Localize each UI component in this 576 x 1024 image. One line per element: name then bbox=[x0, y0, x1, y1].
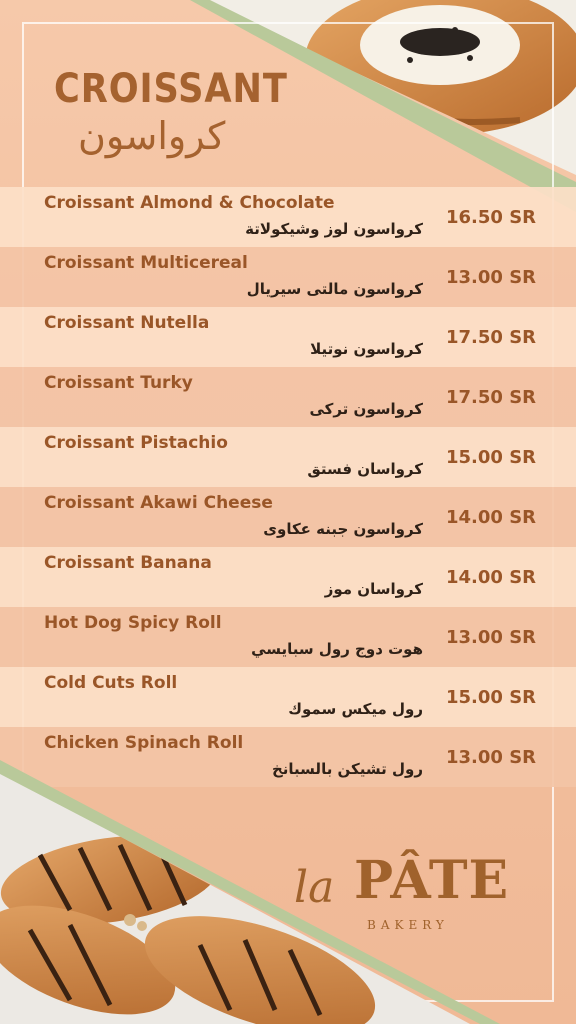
brand-logo: la PÂTE BAKERY bbox=[292, 842, 532, 942]
item-name-ar: رول ميكس سموك bbox=[288, 700, 423, 718]
menu-list: Croissant Almond & Chocolate كرواسون لوز… bbox=[0, 187, 576, 787]
item-name-en: Croissant Turky bbox=[44, 373, 193, 393]
item-price: 17.50 SR bbox=[446, 387, 537, 408]
item-price: 16.50 SR bbox=[446, 207, 537, 228]
item-name-ar: هوت دوج رول سبايسي bbox=[251, 640, 423, 658]
item-name-ar: كرواسان موز bbox=[324, 580, 423, 598]
logo-la: la bbox=[294, 862, 335, 913]
menu-item: Croissant Almond & Chocolate كرواسون لوز… bbox=[0, 187, 576, 247]
item-price: 13.00 SR bbox=[446, 267, 537, 288]
logo-pate: PÂTE bbox=[354, 850, 510, 911]
item-name-en: Chicken Spinach Roll bbox=[44, 733, 244, 753]
menu-item: Croissant Pistachio كرواسان فستق 15.00 S… bbox=[0, 427, 576, 487]
menu-item: Croissant Turky كرواسون تركى 17.50 SR bbox=[0, 367, 576, 427]
menu-item: Croissant Multicereal كرواسون مالتى سيري… bbox=[0, 247, 576, 307]
item-name-en: Cold Cuts Roll bbox=[44, 673, 178, 693]
item-name-en: Croissant Akawi Cheese bbox=[44, 493, 273, 513]
item-price: 14.00 SR bbox=[446, 567, 537, 588]
menu-item: Croissant Banana كرواسان موز 14.00 SR bbox=[0, 547, 576, 607]
item-price: 13.00 SR bbox=[446, 627, 537, 648]
item-name-en: Croissant Nutella bbox=[44, 313, 210, 333]
item-name-ar: كرواسون مالتى سيريال bbox=[246, 280, 423, 298]
item-name-ar: كرواسون تركى bbox=[309, 400, 423, 418]
item-name-en: Croissant Pistachio bbox=[44, 433, 228, 453]
item-name-ar: كرواسون جبنه عكاوى bbox=[263, 520, 423, 538]
menu-item: Croissant Akawi Cheese كرواسون جبنه عكاو… bbox=[0, 487, 576, 547]
item-name-en: Croissant Multicereal bbox=[44, 253, 248, 273]
item-name-en: Hot Dog Spicy Roll bbox=[44, 613, 222, 633]
menu-item: Croissant Nutella كرواسون نوتيلا 17.50 S… bbox=[0, 307, 576, 367]
page-title: CROISSANT bbox=[54, 66, 288, 112]
menu-item: Hot Dog Spicy Roll هوت دوج رول سبايسي 13… bbox=[0, 607, 576, 667]
item-name-ar: كرواسان فستق bbox=[307, 460, 423, 478]
item-price: 17.50 SR bbox=[446, 327, 537, 348]
item-name-ar: كرواسون نوتيلا bbox=[310, 340, 423, 358]
item-price: 15.00 SR bbox=[446, 687, 537, 708]
item-name-en: Croissant Banana bbox=[44, 553, 212, 573]
item-name-en: Croissant Almond & Chocolate bbox=[44, 193, 335, 213]
page-title-arabic: كرواسون bbox=[78, 114, 226, 158]
item-price: 14.00 SR bbox=[446, 507, 537, 528]
menu-item: Cold Cuts Roll رول ميكس سموك 15.00 SR bbox=[0, 667, 576, 727]
item-name-ar: كرواسون لوز وشيكولاتة bbox=[245, 220, 423, 238]
logo-bakery: BAKERY bbox=[367, 918, 449, 932]
item-price: 15.00 SR bbox=[446, 447, 537, 468]
